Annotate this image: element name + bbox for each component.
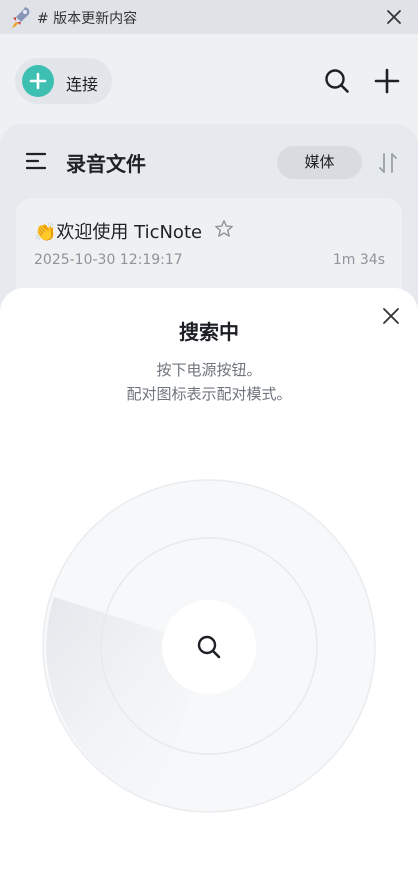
recording-duration: 1m 34s (332, 252, 385, 268)
add-icon[interactable] (374, 68, 400, 94)
menu-icon[interactable] (26, 152, 46, 170)
close-icon[interactable] (386, 9, 402, 25)
plus-icon (22, 65, 54, 97)
media-filter-button[interactable]: 媒体 (277, 146, 362, 179)
recording-title: 👏欢迎使用 TicNote (34, 222, 203, 243)
sort-icon[interactable] (378, 152, 398, 174)
recordings-title: 录音文件 (66, 152, 146, 176)
connect-label: 连接 (66, 75, 99, 94)
rocket-icon (12, 7, 30, 28)
star-icon[interactable] (214, 219, 234, 239)
close-icon[interactable] (382, 307, 400, 325)
pairing-hint-text: 配对图标表示配对模式。 (126, 385, 292, 403)
search-icon[interactable] (324, 68, 350, 94)
sheet-title: 搜索中 (179, 320, 239, 344)
search-icon (197, 635, 221, 659)
update-banner[interactable]: # 版本更新内容 (0, 0, 418, 34)
recording-date: 2025-10-30 12:19:17 (34, 252, 183, 268)
connect-button[interactable]: 连接 (15, 58, 112, 104)
instruction-text: 按下电源按钮。 (156, 361, 262, 379)
banner-text: # 版本更新内容 (37, 11, 138, 27)
